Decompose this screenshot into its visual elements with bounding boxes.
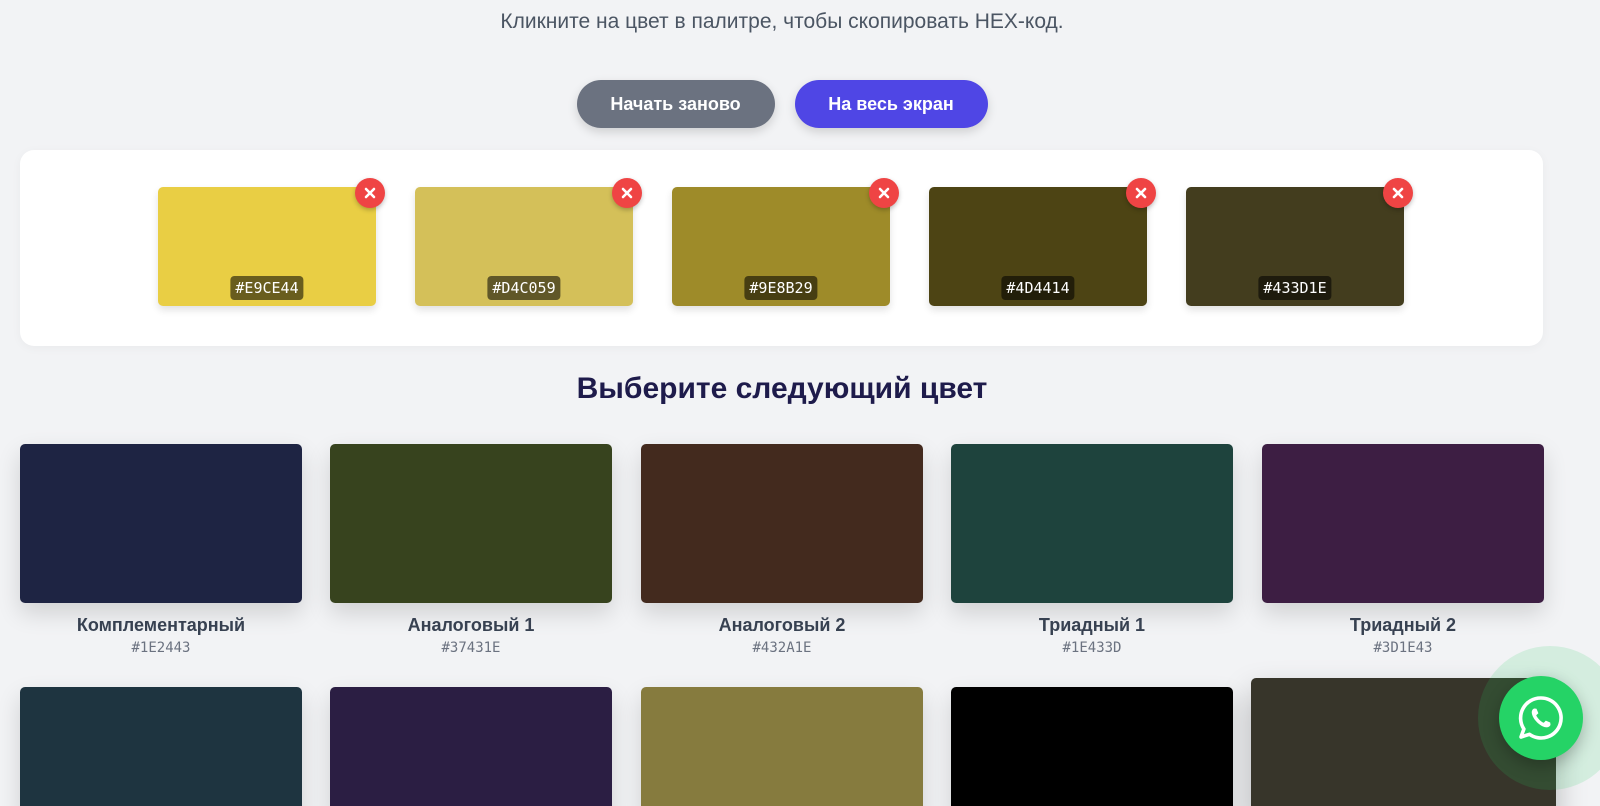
- close-icon: [1392, 187, 1404, 199]
- palette-swatch[interactable]: #9E8B29: [672, 178, 899, 306]
- color-palette-page: Кликните на цвет в палитре, чтобы скопир…: [0, 0, 1600, 806]
- suggestion-color-block[interactable]: [330, 687, 612, 806]
- close-icon: [1135, 187, 1147, 199]
- palette-panel: #E9CE44 #D4C059 #9E8B29 #4D4414 #433D1E: [20, 150, 1543, 346]
- action-bar: Начать заново На весь экран: [0, 80, 1564, 128]
- swatch-hex-label: #4D4414: [1001, 276, 1075, 300]
- whatsapp-icon: [1518, 696, 1563, 740]
- remove-swatch-button[interactable]: [869, 178, 899, 208]
- next-color-heading: Выберите следующий цвет: [576, 372, 988, 405]
- suggestion-hex: #1E433D: [1062, 640, 1122, 656]
- suggestion-hex: #37431E: [441, 640, 501, 656]
- suggestion-triadic-2[interactable]: Триадный 2 #3D1E43: [1262, 444, 1544, 656]
- suggestion-color-block[interactable]: [20, 444, 302, 603]
- swatch-hex-label: #D4C059: [487, 276, 561, 300]
- suggestion-color-block[interactable]: [951, 687, 1233, 806]
- suggestion-analogous-1[interactable]: Аналоговый 1 #37431E: [330, 444, 612, 656]
- close-icon: [621, 187, 633, 199]
- suggestion-name: Аналоговый 1: [407, 615, 535, 635]
- remove-swatch-button[interactable]: [355, 178, 385, 208]
- palette-swatch[interactable]: #E9CE44: [158, 178, 385, 306]
- suggestion-hex: #1E2443: [131, 640, 191, 656]
- close-icon: [878, 187, 890, 199]
- swatch-hex-label: #9E8B29: [744, 276, 818, 300]
- close-icon: [364, 187, 376, 199]
- suggestion-color-block[interactable]: [641, 444, 923, 603]
- suggestion-color-block[interactable]: [951, 444, 1233, 603]
- copy-hint: Кликните на цвет в палитре, чтобы скопир…: [500, 10, 1064, 33]
- suggestion-name: Комплементарный: [76, 615, 246, 635]
- suggestion-hex: #432A1E: [752, 640, 812, 656]
- palette-swatch[interactable]: #D4C059: [415, 178, 642, 306]
- swatch-hex-label: #433D1E: [1258, 276, 1332, 300]
- remove-swatch-button[interactable]: [1383, 178, 1413, 208]
- suggestion-color-block[interactable]: [641, 687, 923, 806]
- swatch-hex-label: #E9CE44: [230, 276, 304, 300]
- whatsapp-chat-button[interactable]: [1499, 676, 1583, 760]
- palette-swatch[interactable]: #4D4414: [929, 178, 1156, 306]
- suggestion-complementary[interactable]: Комплементарный #1E2443: [20, 444, 302, 656]
- suggestion-name: Аналоговый 2: [718, 615, 846, 635]
- remove-swatch-button[interactable]: [1126, 178, 1156, 208]
- suggestion-triadic-1[interactable]: Триадный 1 #1E433D: [951, 444, 1233, 656]
- suggestion-color-block[interactable]: [330, 444, 612, 603]
- fullscreen-button[interactable]: На весь экран: [794, 80, 988, 128]
- suggestion-name: Триадный 2: [1349, 615, 1457, 635]
- palette-swatch[interactable]: #433D1E: [1186, 178, 1413, 306]
- suggestion-hex: #3D1E43: [1373, 640, 1433, 656]
- suggestion-name: Триадный 1: [1038, 615, 1146, 635]
- suggestion-color-block[interactable]: [20, 687, 302, 806]
- remove-swatch-button[interactable]: [612, 178, 642, 208]
- suggestion-color-block[interactable]: [1262, 444, 1544, 603]
- suggestion-analogous-2[interactable]: Аналоговый 2 #432A1E: [641, 444, 923, 656]
- restart-button[interactable]: Начать заново: [576, 80, 775, 128]
